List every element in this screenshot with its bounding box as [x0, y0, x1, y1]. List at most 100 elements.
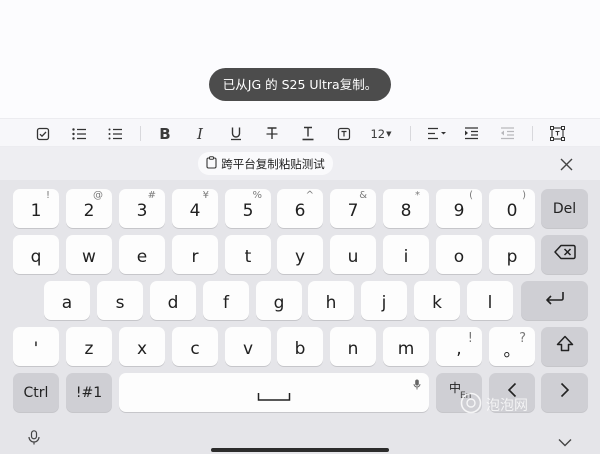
key-s[interactable]: s: [97, 281, 143, 320]
key-main-label: i: [403, 246, 409, 267]
key-main-label: 1: [30, 200, 42, 221]
key-v[interactable]: v: [225, 327, 271, 366]
font-size-dropdown[interactable]: 12 ▼: [366, 123, 396, 144]
key-n[interactable]: n: [330, 327, 376, 366]
text-box-icon[interactable]: [333, 123, 355, 144]
key-y[interactable]: y: [277, 235, 323, 274]
key-i[interactable]: i: [383, 235, 429, 274]
italic-icon[interactable]: I: [189, 123, 211, 144]
shift-icon: [556, 335, 574, 358]
key-u[interactable]: u: [330, 235, 376, 274]
ctrl-key[interactable]: Ctrl: [13, 373, 59, 412]
key-9[interactable]: 9(: [436, 189, 482, 228]
voice-input-icon[interactable]: [28, 430, 40, 449]
key-main-label: n: [347, 338, 359, 359]
bold-icon[interactable]: B: [154, 123, 176, 144]
key-6[interactable]: 6 ^: [277, 189, 323, 228]
key-sub-label: ): [522, 190, 526, 201]
strikethrough-icon[interactable]: [261, 123, 283, 144]
text-color-icon[interactable]: [297, 123, 319, 144]
key-3[interactable]: 3 #: [119, 189, 165, 228]
numbered-list-icon[interactable]: [68, 123, 90, 144]
key-x[interactable]: x: [119, 327, 165, 366]
formatting-toolbar: B I 12 ▼: [0, 118, 600, 147]
key-g[interactable]: g: [256, 281, 302, 320]
cursor-right-key[interactable]: [541, 373, 588, 412]
key-main-label: u: [347, 246, 359, 267]
home-indicator[interactable]: [211, 448, 389, 452]
key-apostrophe[interactable]: ': [13, 327, 59, 366]
key-main-label: w: [82, 246, 96, 267]
key-main-label: q: [30, 246, 42, 267]
key-main-label: ': [33, 338, 39, 359]
key-main-label: f: [223, 292, 229, 313]
key-sub-label: *: [415, 190, 420, 201]
key-f[interactable]: f: [203, 281, 249, 320]
symbols-key[interactable]: !#1: [66, 373, 112, 412]
key-main-label: s: [115, 292, 125, 313]
bullet-list-icon[interactable]: [104, 123, 126, 144]
key-b[interactable]: b: [277, 327, 323, 366]
key-t[interactable]: t: [225, 235, 271, 274]
key-sub-label: @: [93, 190, 103, 201]
enter-key[interactable]: [521, 281, 588, 320]
outdent-icon[interactable]: [496, 123, 518, 144]
key-4[interactable]: 4 ¥: [172, 189, 218, 228]
backspace-key[interactable]: [541, 235, 588, 274]
key-r[interactable]: r: [172, 235, 218, 274]
backspace-icon: [553, 244, 576, 265]
key-main-label: m: [397, 338, 415, 359]
key-a[interactable]: a: [44, 281, 90, 320]
toolbar-divider: [140, 126, 141, 141]
key-7[interactable]: 7 &: [330, 189, 376, 228]
key-e[interactable]: e: [119, 235, 165, 274]
key-main-label: x: [136, 338, 148, 359]
key-1[interactable]: 1!: [13, 189, 59, 228]
align-dropdown-icon[interactable]: [424, 123, 450, 144]
chevron-right-icon: [560, 382, 570, 403]
key-comma[interactable]: ,!: [436, 327, 482, 366]
key-main-label: r: [191, 246, 199, 267]
key-main-label: v: [242, 338, 254, 359]
del-key[interactable]: Del: [541, 189, 588, 228]
checkbox-list-icon[interactable]: [32, 123, 54, 144]
key-5[interactable]: 5%: [225, 189, 271, 228]
key-main-label: 2: [83, 200, 95, 221]
key-d[interactable]: d: [150, 281, 196, 320]
key-q[interactable]: q: [13, 235, 59, 274]
key-c[interactable]: c: [172, 327, 218, 366]
key-o[interactable]: o: [436, 235, 482, 274]
watermark-logo-icon: [460, 392, 482, 418]
underline-icon[interactable]: [225, 123, 247, 144]
close-icon[interactable]: [555, 153, 577, 175]
key-main-label: h: [325, 292, 337, 313]
key-main-label: t: [244, 246, 252, 267]
key-l[interactable]: l: [467, 281, 513, 320]
key-sub-label: ?: [519, 331, 526, 346]
watermark: 泡泡网: [460, 392, 528, 418]
key-main-label: ,: [456, 338, 462, 359]
key-k[interactable]: k: [414, 281, 460, 320]
key-2[interactable]: 2 @: [66, 189, 112, 228]
font-size-value: 12: [370, 126, 386, 141]
key-main-label: 。: [503, 341, 521, 361]
key-8[interactable]: 8 *: [383, 189, 429, 228]
key-j[interactable]: j: [361, 281, 407, 320]
key-m[interactable]: m: [383, 327, 429, 366]
key-period[interactable]: 。?: [489, 327, 535, 366]
key-sub-label: #: [147, 190, 156, 201]
key-sub-label: ^: [305, 190, 314, 201]
clipboard-icon: [206, 155, 217, 172]
space-key[interactable]: [119, 373, 429, 412]
key-w[interactable]: w: [66, 235, 112, 274]
key-h[interactable]: h: [308, 281, 354, 320]
key-main-label: y: [294, 246, 306, 267]
shift-key[interactable]: [541, 327, 588, 366]
key-p[interactable]: p: [489, 235, 535, 274]
hide-keyboard-icon[interactable]: [558, 432, 572, 451]
key-z[interactable]: z: [66, 327, 112, 366]
clipboard-paste-chip[interactable]: 跨平台复制粘贴测试: [198, 152, 333, 175]
text-frame-icon[interactable]: [546, 123, 568, 144]
indent-icon[interactable]: [460, 123, 482, 144]
key-0[interactable]: 0): [489, 189, 535, 228]
